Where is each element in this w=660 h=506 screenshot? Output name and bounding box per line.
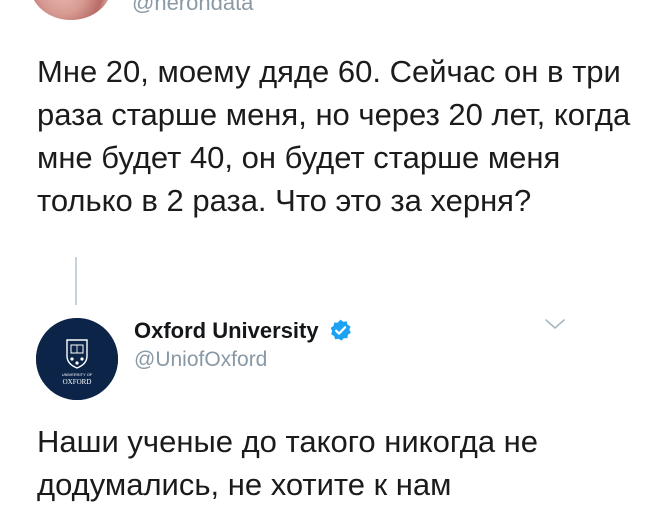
avatar-text-bottom: OXFORD xyxy=(63,378,92,386)
oxford-avatar[interactable]: UNIVERSITY OF OXFORD xyxy=(36,318,118,400)
reply-display-name[interactable]: Oxford University xyxy=(134,318,319,344)
top-user-handle[interactable]: @herondata xyxy=(132,0,253,16)
verified-badge-icon xyxy=(330,319,351,341)
avatar-text-top: UNIVERSITY OF xyxy=(62,372,93,377)
top-user-avatar[interactable] xyxy=(30,0,112,20)
reply-handle[interactable]: @UniofOxford xyxy=(134,348,267,372)
chevron-down-icon[interactable] xyxy=(543,316,567,332)
oxford-crest-icon: UNIVERSITY OF OXFORD xyxy=(36,318,118,400)
thread-connector-line xyxy=(75,257,77,305)
reply-tweet-text: Наши ученые до такого никогда не додумал… xyxy=(37,424,539,502)
top-tweet-text: Мне 20, моему дяде 60. Сейчас он в три р… xyxy=(37,54,631,218)
